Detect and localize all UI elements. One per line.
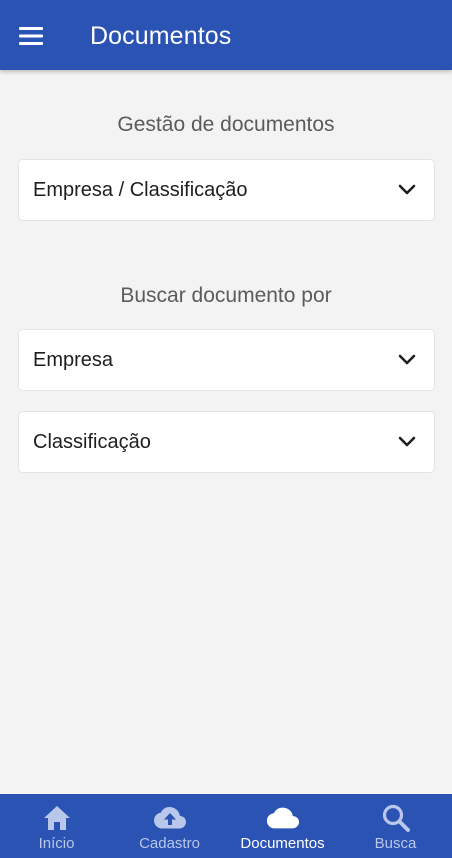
- nav-item-documentos[interactable]: Documentos: [226, 794, 339, 858]
- nav-label-inicio: Início: [38, 835, 75, 852]
- nav-item-inicio[interactable]: Início: [0, 794, 113, 858]
- company-select-label: Empresa: [33, 349, 114, 371]
- top-app-bar: Documentos: [0, 0, 452, 70]
- nav-label-busca: Busca: [374, 835, 417, 852]
- page-title: Documentos: [90, 22, 232, 50]
- menu-icon: [19, 27, 43, 45]
- menu-button[interactable]: [14, 19, 48, 53]
- chevron-down-icon: [396, 179, 418, 201]
- app-screen: Documentos Gestão de documentos Empresa …: [0, 0, 452, 858]
- management-heading: Gestão de documentos: [117, 113, 335, 136]
- nav-label-cadastro: Cadastro: [139, 835, 200, 852]
- company-select[interactable]: Empresa: [18, 329, 435, 391]
- cloud-icon: [266, 803, 300, 833]
- nav-item-cadastro[interactable]: Cadastro: [113, 794, 226, 858]
- home-icon: [40, 803, 74, 833]
- chevron-down-icon: [396, 431, 418, 453]
- bottom-navigation: Início Cadastro Documentos Busca: [0, 794, 452, 858]
- nav-label-documentos: Documentos: [240, 835, 325, 852]
- nav-item-busca[interactable]: Busca: [339, 794, 452, 858]
- classification-select-label: Classificação: [33, 431, 151, 453]
- cloud-upload-icon: [153, 803, 187, 833]
- search-heading: Buscar documento por: [120, 284, 332, 307]
- company-classification-select[interactable]: Empresa / Classificação: [18, 159, 435, 221]
- company-classification-label: Empresa / Classificação: [33, 179, 248, 201]
- chevron-down-icon: [396, 349, 418, 371]
- search-icon: [379, 803, 413, 833]
- classification-select[interactable]: Classificação: [18, 411, 435, 473]
